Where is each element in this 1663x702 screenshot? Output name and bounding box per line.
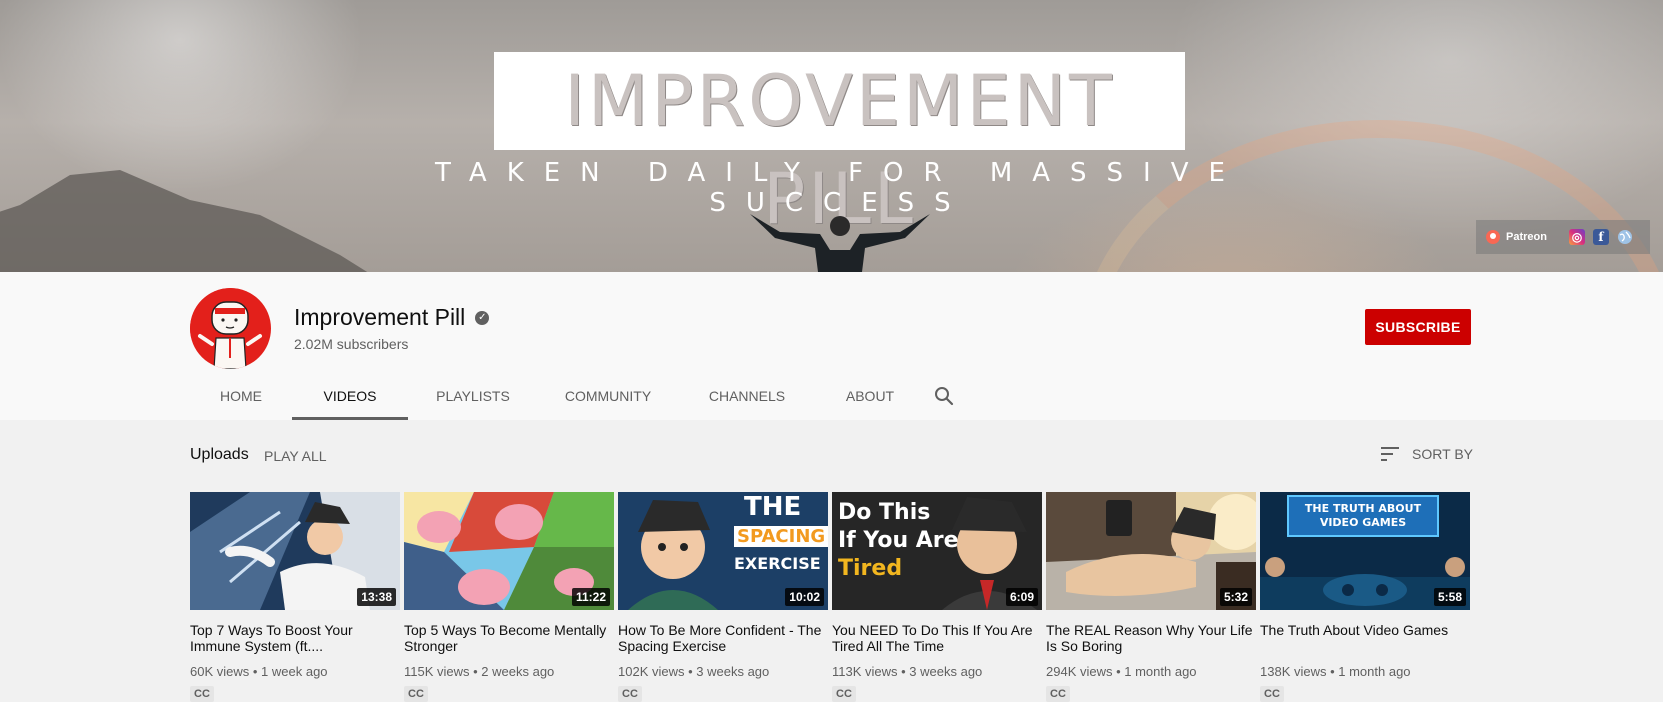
- video-item[interactable]: 5:32 The REAL Reason Why Your Life Is So…: [1046, 492, 1256, 702]
- video-title[interactable]: Top 7 Ways To Boost Your Immune System (…: [190, 622, 400, 654]
- tab-about[interactable]: ABOUT: [816, 372, 924, 420]
- thumbnail-caption: If You Are: [838, 528, 959, 553]
- tab-playlists[interactable]: PLAYLISTS: [408, 372, 538, 420]
- instagram-icon[interactable]: ◎: [1568, 229, 1585, 245]
- cc-badge: CC: [1046, 686, 1070, 702]
- video-duration: 11:22: [571, 588, 610, 606]
- banner-title: IMPROVEMENT PILL: [564, 60, 1115, 240]
- thumbnail-caption: THE: [744, 492, 802, 522]
- cc-badge: CC: [190, 686, 214, 702]
- cc-badge: CC: [832, 686, 856, 702]
- sort-by-button[interactable]: SORT BY: [1380, 446, 1473, 462]
- cc-badge: CC: [1260, 686, 1284, 702]
- video-title[interactable]: You NEED To Do This If You Are Tired All…: [832, 622, 1042, 654]
- website-icon[interactable]: [1617, 229, 1633, 245]
- channel-name: Improvement Pill: [294, 304, 466, 330]
- video-age: 1 month ago: [1124, 664, 1197, 679]
- video-age: 2 weeks ago: [481, 664, 555, 679]
- verified-check-icon: ✓: [475, 310, 490, 325]
- tab-home[interactable]: HOME: [190, 372, 292, 420]
- video-age: 3 weeks ago: [909, 664, 983, 679]
- video-thumbnail[interactable]: 11:22: [404, 492, 614, 610]
- video-views: 294K views: [1046, 664, 1113, 679]
- tab-channels[interactable]: CHANNELS: [678, 372, 816, 420]
- facebook-icon[interactable]: f: [1592, 229, 1609, 245]
- patreon-label: Patreon: [1506, 231, 1547, 243]
- video-duration: 6:09: [1005, 588, 1038, 606]
- channel-banner: IMPROVEMENT PILL TAKEN DAILY FOR MASSIVE…: [0, 0, 1663, 272]
- banner-links: Patreon ◎ f: [1476, 220, 1650, 254]
- banner-tagline: TAKEN DAILY FOR MASSIVE SUCCESS: [435, 158, 1245, 218]
- video-meta: 102K views • 3 weeks ago: [618, 664, 770, 679]
- uploads-shelf-header: Uploads PLAY ALL SORT BY: [190, 440, 1473, 470]
- search-icon: [935, 387, 954, 406]
- thumbnail-caption: THE TRUTH ABOUT: [1304, 502, 1422, 515]
- video-views: 102K views: [618, 664, 685, 679]
- video-item[interactable]: 13:38 Top 7 Ways To Boost Your Immune Sy…: [190, 492, 400, 702]
- thumbnail-caption: Tired: [838, 556, 903, 581]
- subscribe-button[interactable]: SUBSCRIBE: [1365, 309, 1471, 345]
- video-views: 115K views: [404, 664, 470, 679]
- channel-name-row: Improvement Pill ✓: [294, 304, 490, 331]
- cc-badge: CC: [404, 686, 428, 702]
- channel-header: Improvement Pill ✓ 2.02M subscribers SUB…: [0, 272, 1663, 420]
- patreon-icon: [1486, 230, 1500, 244]
- video-meta: 294K views • 1 month ago: [1046, 664, 1197, 679]
- video-thumbnail[interactable]: THE SPACING EXERCISE 10:02: [618, 492, 828, 610]
- video-age: 3 weeks ago: [696, 664, 770, 679]
- subscriber-count: 2.02M subscribers: [294, 336, 409, 352]
- video-thumbnail[interactable]: THE TRUTH ABOUT VIDEO GAMES 5:58: [1260, 492, 1470, 610]
- mountain-graphic: [0, 170, 368, 272]
- video-meta: 115K views • 2 weeks ago: [404, 664, 555, 679]
- video-item[interactable]: 11:22 Top 5 Ways To Become Mentally Stro…: [404, 492, 614, 702]
- video-item[interactable]: THE TRUTH ABOUT VIDEO GAMES 5:58 The Tru…: [1260, 492, 1470, 702]
- video-duration: 5:32: [1219, 588, 1252, 606]
- video-title[interactable]: How To Be More Confident - The Spacing E…: [618, 622, 828, 654]
- patreon-link[interactable]: Patreon: [1486, 230, 1547, 244]
- channel-tabs: HOME VIDEOS PLAYLISTS COMMUNITY CHANNELS…: [190, 354, 964, 420]
- video-title[interactable]: The REAL Reason Why Your Life Is So Bori…: [1046, 622, 1256, 654]
- play-all-button[interactable]: PLAY ALL: [264, 448, 327, 464]
- channel-search-button[interactable]: [924, 372, 964, 420]
- sort-icon: [1381, 447, 1400, 461]
- thumbnail-caption: EXERCISE: [734, 554, 821, 573]
- video-meta: 113K views • 3 weeks ago: [832, 664, 983, 679]
- video-meta: 60K views • 1 week ago: [190, 664, 328, 679]
- video-duration: 13:38: [357, 588, 396, 606]
- sort-by-label: SORT BY: [1412, 446, 1473, 462]
- video-duration: 10:02: [785, 588, 824, 606]
- video-duration: 5:58: [1433, 588, 1466, 606]
- video-thumbnail[interactable]: 13:38: [190, 492, 400, 610]
- video-title[interactable]: Top 5 Ways To Become Mentally Stronger: [404, 622, 614, 654]
- video-views: 138K views: [1260, 664, 1327, 679]
- thumbnail-caption: Do This: [838, 500, 931, 525]
- person-graphic: [750, 214, 930, 272]
- thumbnail-caption: SPACING: [734, 526, 828, 547]
- video-views: 60K views: [190, 664, 250, 679]
- banner-logo-box: IMPROVEMENT PILL: [494, 52, 1185, 240]
- video-thumbnail[interactable]: 5:32: [1046, 492, 1256, 610]
- video-item[interactable]: Do This If You Are Tired 6:09 You NEED T…: [832, 492, 1042, 702]
- video-title[interactable]: The Truth About Video Games: [1260, 622, 1470, 654]
- thumbnail-caption: VIDEO GAMES: [1319, 516, 1407, 529]
- video-age: 1 month ago: [1338, 664, 1411, 679]
- uploads-title[interactable]: Uploads: [190, 446, 249, 464]
- tab-community[interactable]: COMMUNITY: [538, 372, 678, 420]
- video-item[interactable]: THE SPACING EXERCISE 10:02 How To Be Mor…: [618, 492, 828, 702]
- video-grid: 13:38 Top 7 Ways To Boost Your Immune Sy…: [190, 492, 1473, 702]
- video-views: 113K views: [832, 664, 898, 679]
- tab-videos[interactable]: VIDEOS: [292, 372, 408, 420]
- video-meta: 138K views • 1 month ago: [1260, 664, 1411, 679]
- cc-badge: CC: [618, 686, 642, 702]
- video-age: 1 week ago: [261, 664, 328, 679]
- video-thumbnail[interactable]: Do This If You Are Tired 6:09: [832, 492, 1042, 610]
